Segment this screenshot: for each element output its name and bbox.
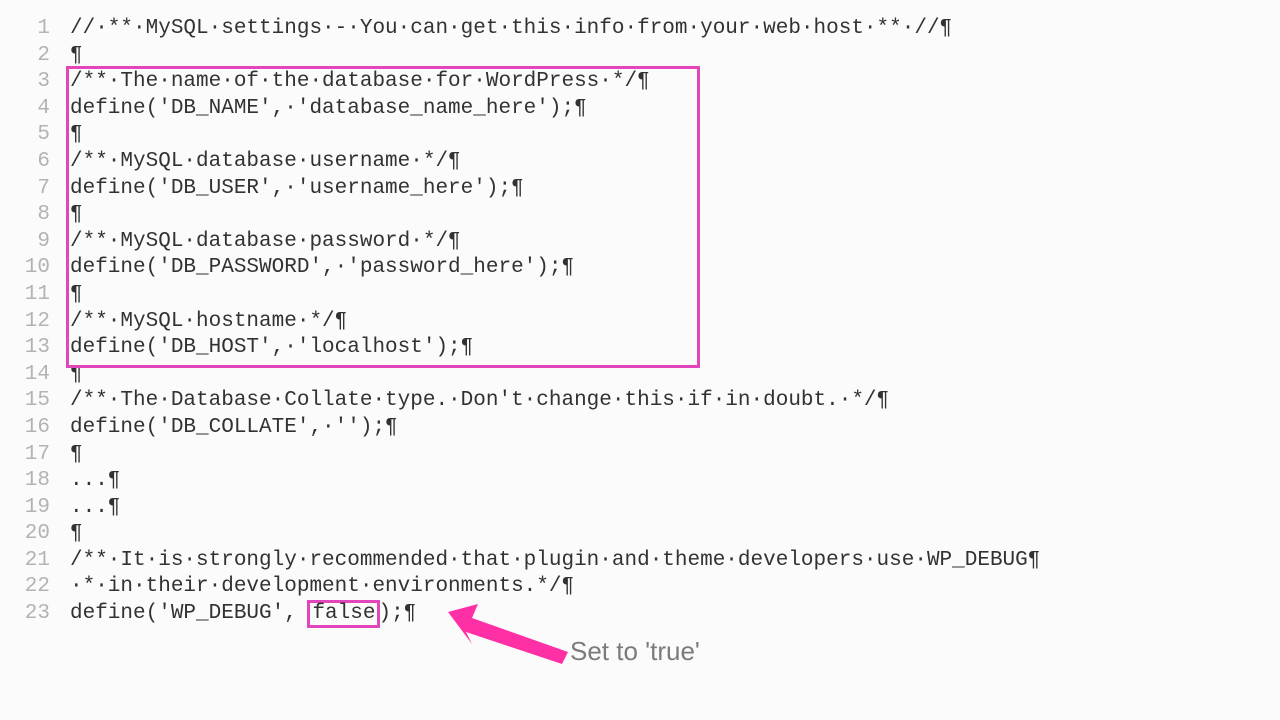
code-line[interactable]: 6/**·MySQL·database·username·*/¶ xyxy=(0,149,1280,176)
code-segment: );¶ xyxy=(378,602,416,625)
code-line[interactable]: 5¶ xyxy=(0,122,1280,149)
code-text[interactable]: /**·MySQL·hostname·*/¶ xyxy=(70,309,347,336)
code-line[interactable]: 16define('DB_COLLATE',·'');¶ xyxy=(0,415,1280,442)
line-number: 18 xyxy=(0,468,70,495)
line-number: 19 xyxy=(0,495,70,522)
code-text[interactable]: define('WP_DEBUG', false);¶ xyxy=(70,601,416,628)
code-text[interactable]: ·*·in·their·development·environments.*/¶ xyxy=(70,574,574,601)
code-line[interactable]: 12/**·MySQL·hostname·*/¶ xyxy=(0,309,1280,336)
line-number: 23 xyxy=(0,601,70,628)
code-text[interactable]: ¶ xyxy=(70,122,83,149)
code-line[interactable]: 18...¶ xyxy=(0,468,1280,495)
code-text[interactable]: define('DB_HOST',·'localhost');¶ xyxy=(70,335,473,362)
code-text[interactable]: ¶ xyxy=(70,202,83,229)
line-number: 21 xyxy=(0,548,70,575)
line-number: 10 xyxy=(0,255,70,282)
code-line[interactable]: 14¶ xyxy=(0,362,1280,389)
line-number: 6 xyxy=(0,149,70,176)
code-line[interactable]: 21/**·It·is·strongly·recommended·that·pl… xyxy=(0,548,1280,575)
code-line[interactable]: 4define('DB_NAME',·'database_name_here')… xyxy=(0,96,1280,123)
line-number: 8 xyxy=(0,202,70,229)
code-text[interactable]: /**·The·Database·Collate·type.·Don't·cha… xyxy=(70,388,889,415)
line-number: 5 xyxy=(0,122,70,149)
code-text[interactable]: define('DB_USER',·'username_here');¶ xyxy=(70,176,524,203)
highlight-false-box: false xyxy=(307,600,380,628)
line-number: 17 xyxy=(0,442,70,469)
line-number: 11 xyxy=(0,282,70,309)
code-line[interactable]: 22·*·in·their·development·environments.*… xyxy=(0,574,1280,601)
code-text[interactable]: ¶ xyxy=(70,43,83,70)
code-line[interactable]: 7define('DB_USER',·'username_here');¶ xyxy=(0,176,1280,203)
code-text[interactable]: ¶ xyxy=(70,442,83,469)
code-text[interactable]: /**·It·is·strongly·recommended·that·plug… xyxy=(70,548,1040,575)
code-segment: define('WP_DEBUG', xyxy=(70,602,309,625)
code-text[interactable]: define('DB_NAME',·'database_name_here');… xyxy=(70,96,587,123)
code-line[interactable]: 19...¶ xyxy=(0,495,1280,522)
code-text[interactable]: /**·MySQL·database·username·*/¶ xyxy=(70,149,461,176)
annotation-text: Set to 'true' xyxy=(570,636,700,667)
code-line[interactable]: 3/**·The·name·of·the·database·for·WordPr… xyxy=(0,69,1280,96)
code-line[interactable]: 11¶ xyxy=(0,282,1280,309)
code-line[interactable]: 13define('DB_HOST',·'localhost');¶ xyxy=(0,335,1280,362)
code-text[interactable]: ...¶ xyxy=(70,468,120,495)
code-line[interactable]: 20¶ xyxy=(0,521,1280,548)
code-line[interactable]: 2¶ xyxy=(0,43,1280,70)
code-text[interactable]: define('DB_PASSWORD',·'password_here');¶ xyxy=(70,255,574,282)
line-number: 22 xyxy=(0,574,70,601)
code-text[interactable]: //·**·MySQL·settings·-·You·can·get·this·… xyxy=(70,16,952,43)
line-number: 14 xyxy=(0,362,70,389)
line-number: 13 xyxy=(0,335,70,362)
line-number: 15 xyxy=(0,388,70,415)
code-text[interactable]: ¶ xyxy=(70,362,83,389)
code-text[interactable]: ¶ xyxy=(70,521,83,548)
code-line[interactable]: 15/**·The·Database·Collate·type.·Don't·c… xyxy=(0,388,1280,415)
code-line[interactable]: 17¶ xyxy=(0,442,1280,469)
code-editor[interactable]: 1//·**·MySQL·settings·-·You·can·get·this… xyxy=(0,0,1280,628)
line-number: 20 xyxy=(0,521,70,548)
line-number: 1 xyxy=(0,16,70,43)
line-number: 4 xyxy=(0,96,70,123)
code-text[interactable]: define('DB_COLLATE',·'');¶ xyxy=(70,415,398,442)
code-line[interactable]: 1//·**·MySQL·settings·-·You·can·get·this… xyxy=(0,16,1280,43)
line-number: 16 xyxy=(0,415,70,442)
code-text[interactable]: ¶ xyxy=(70,282,83,309)
code-text[interactable]: /**·MySQL·database·password·*/¶ xyxy=(70,229,461,256)
code-line[interactable]: 8¶ xyxy=(0,202,1280,229)
code-text[interactable]: ...¶ xyxy=(70,495,120,522)
line-number: 9 xyxy=(0,229,70,256)
line-number: 2 xyxy=(0,43,70,70)
line-number: 7 xyxy=(0,176,70,203)
line-number: 12 xyxy=(0,309,70,336)
code-line[interactable]: 10define('DB_PASSWORD',·'password_here')… xyxy=(0,255,1280,282)
code-line[interactable]: 23 define('WP_DEBUG', false);¶ xyxy=(0,601,1280,628)
code-line[interactable]: 9/**·MySQL·database·password·*/¶ xyxy=(0,229,1280,256)
line-number: 3 xyxy=(0,69,70,96)
code-text[interactable]: /**·The·name·of·the·database·for·WordPre… xyxy=(70,69,650,96)
